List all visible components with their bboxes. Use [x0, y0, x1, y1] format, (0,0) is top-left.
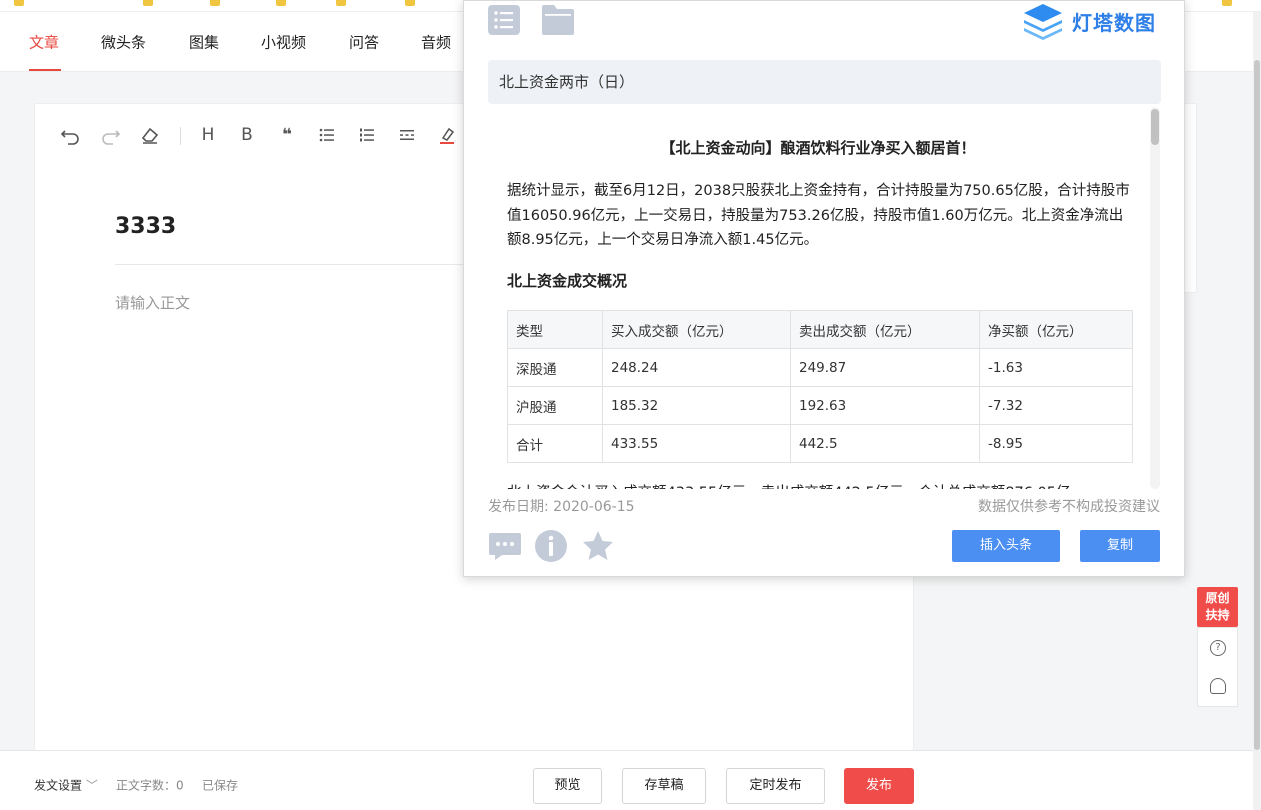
original-support-badge[interactable]: 原创 扶持 [1197, 587, 1238, 627]
table-cell: 深股通 [507, 348, 603, 387]
document-title[interactable]: 3333 [115, 214, 176, 239]
tab-audio[interactable]: 音频 [421, 32, 451, 53]
publish-button[interactable]: 发布 [844, 768, 914, 804]
heading-icon[interactable]: H [197, 124, 219, 146]
disclaimer: 数据仅供参考不构成投资建议 [978, 499, 1160, 515]
table-cell: 185.32 [602, 386, 791, 425]
article-scrollbar-thumb[interactable] [1151, 109, 1159, 145]
word-count: 正文字数：0 [116, 778, 184, 793]
table-cell: 249.87 [790, 348, 980, 387]
table-header-row: 类型 买入成交额（亿元） 卖出成交额（亿元） 净买额（亿元） [507, 310, 1133, 349]
bookmark-icon[interactable] [1222, 0, 1232, 6]
logo-text: 灯塔数图 [1072, 10, 1156, 35]
scheduled-publish-button[interactable]: 定时发布 [726, 768, 825, 804]
bookmark-icon[interactable] [14, 0, 24, 6]
article-subheading: 北上资金成交概况 [507, 272, 628, 290]
bookmark-icon[interactable] [336, 0, 346, 6]
dengta-logo: 灯塔数图 [1022, 3, 1156, 40]
redo-icon[interactable] [100, 124, 122, 146]
ordered-list-icon[interactable] [356, 124, 378, 146]
layers-logo-icon [1024, 4, 1062, 40]
table-cell: -7.32 [979, 386, 1133, 425]
bookmark-icon[interactable] [405, 0, 415, 6]
save-draft-button[interactable]: 存草稿 [622, 768, 706, 804]
highlight-icon[interactable] [436, 124, 458, 146]
bullet-list-icon[interactable] [316, 124, 338, 146]
tab-qa[interactable]: 问答 [349, 32, 379, 53]
table-cell: -1.63 [979, 348, 1133, 387]
tab-short-video[interactable]: 小视频 [261, 32, 306, 53]
divider-icon[interactable] [396, 124, 418, 146]
article-title: 【北上资金动向】酿酒饮料行业净买入额居首！ [660, 139, 976, 157]
folder-icon[interactable] [542, 5, 574, 35]
eraser-icon[interactable] [139, 124, 161, 146]
active-tab-indicator [29, 69, 61, 71]
table-row: 沪股通 185.32 192.63 -7.32 [507, 386, 1133, 425]
support-label: 扶持 [1205, 608, 1230, 622]
table-cell: 442.5 [790, 424, 980, 463]
data-popup: 灯塔数图 北上资金两市（日） 【北上资金动向】酿酒饮料行业净买入额居首！ 据统计… [463, 0, 1185, 577]
table-cell: 沪股通 [507, 386, 603, 425]
tab-gallery[interactable]: 图集 [189, 32, 219, 53]
table-cell: 248.24 [602, 348, 791, 387]
article-scrollbar[interactable] [1150, 107, 1160, 489]
preview-button[interactable]: 预览 [533, 768, 602, 804]
article-next-paragraph: 北上资金合计买入成交额433.55亿元，卖出成交额442.5亿元，合计总成交额8… [507, 481, 1070, 489]
tab-weitoutiao[interactable]: 微头条 [101, 32, 146, 53]
table-row: 合计 433.55 442.5 -8.95 [507, 424, 1133, 463]
article-preview: 【北上资金动向】酿酒饮料行业净买入额居首！ 据统计显示，截至6月12日，2038… [488, 107, 1148, 489]
publish-date: 发布日期: 2020-06-15 [488, 499, 635, 515]
table-cell: -8.95 [979, 424, 1133, 463]
copy-button[interactable]: 复制 [1080, 530, 1160, 562]
table-cell: 433.55 [602, 424, 791, 463]
save-status: 已保存 [202, 778, 239, 793]
table-cell: 合计 [507, 424, 603, 463]
article-paragraph: 据统计显示，截至6月12日，2038只股获北上资金持有，合计持股量为750.65… [507, 183, 1130, 248]
list-icon[interactable] [488, 5, 520, 35]
bookmark-icon[interactable] [276, 0, 286, 6]
publish-settings-label: 发文设置 [34, 778, 83, 793]
chevron-down-icon: ﹀ [85, 778, 98, 793]
quote-icon[interactable]: ❝ [276, 124, 298, 146]
bookmark-icon[interactable] [210, 0, 220, 6]
table-header: 买入成交额（亿元） [602, 310, 791, 349]
page-scrollbar-thumb[interactable] [1254, 60, 1260, 750]
table-header: 卖出成交额（亿元） [790, 310, 980, 349]
tab-article[interactable]: 文章 [29, 32, 59, 53]
table-row: 深股通 248.24 249.87 -1.63 [507, 348, 1133, 387]
bottom-bar: 发文设置 ﹀ 正文字数：0 已保存 预览 存草稿 定时发布 发布 [0, 750, 1253, 810]
insert-toutiao-button[interactable]: 插入头条 [952, 530, 1060, 562]
star-icon[interactable] [581, 529, 615, 563]
bold-icon[interactable]: B [236, 124, 258, 146]
publish-settings-link[interactable]: 发文设置 ﹀ [34, 777, 98, 794]
toolbar-divider [180, 127, 181, 145]
bookmark-icon[interactable] [143, 0, 153, 6]
dataset-dropdown[interactable]: 北上资金两市（日） [488, 60, 1161, 104]
comment-icon[interactable] [488, 529, 522, 563]
question-icon[interactable]: ? [1210, 640, 1226, 656]
headset-icon[interactable] [1210, 678, 1226, 694]
table-cell: 192.63 [790, 386, 980, 425]
trading-summary-table: 类型 买入成交额（亿元） 卖出成交额（亿元） 净买额（亿元） 深股通 248.2… [507, 310, 1133, 463]
table-header: 净买额（亿元） [979, 310, 1133, 349]
undo-icon[interactable] [59, 124, 81, 146]
original-label: 原创 [1205, 591, 1230, 605]
table-header: 类型 [507, 310, 603, 349]
info-icon[interactable] [534, 529, 568, 563]
body-input[interactable]: 请输入正文 [115, 292, 190, 313]
float-tools: ? [1197, 627, 1238, 707]
